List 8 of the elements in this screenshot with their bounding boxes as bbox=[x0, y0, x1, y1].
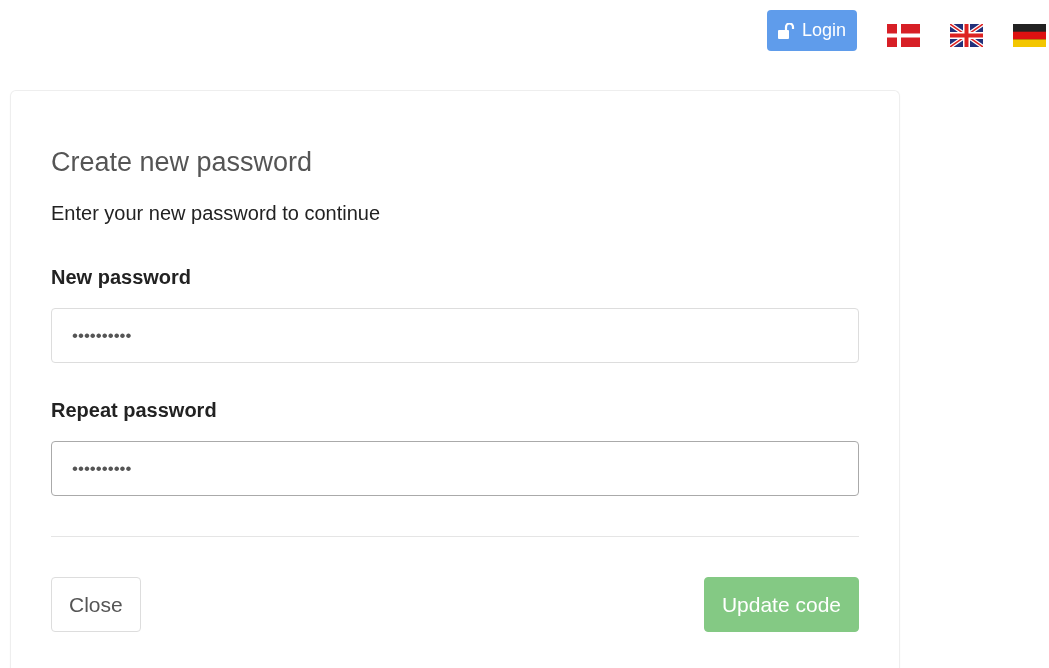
password-field[interactable]: •••••••••• bbox=[51, 441, 859, 497]
card-title: Create new password bbox=[51, 146, 314, 179]
password-field[interactable]: •••••••••• bbox=[51, 308, 859, 364]
close-button[interactable]: Close bbox=[51, 577, 141, 633]
card-subtitle: Enter your new password to continue bbox=[51, 201, 382, 227]
field-label: Repeat password bbox=[51, 398, 218, 424]
padlock-icon bbox=[777, 22, 796, 39]
field-label: New password bbox=[51, 265, 193, 291]
